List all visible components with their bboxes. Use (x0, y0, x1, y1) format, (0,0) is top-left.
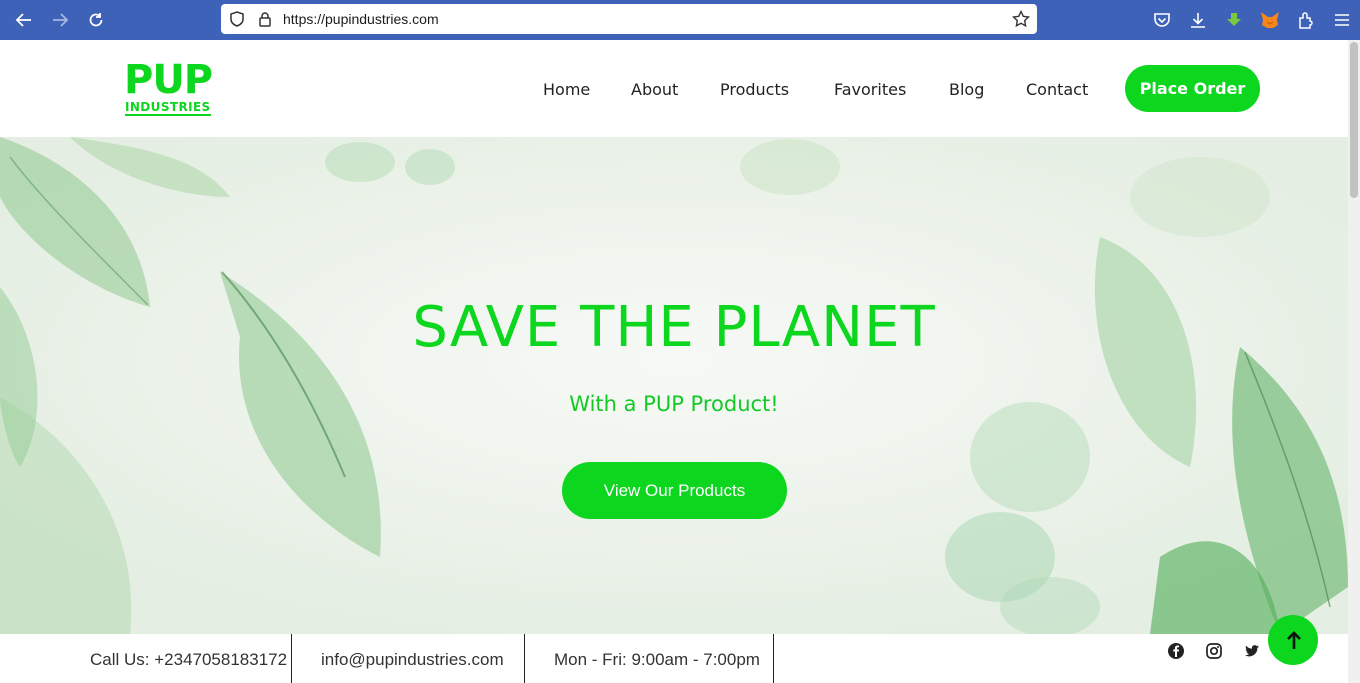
url-text[interactable]: https://pupindustries.com (283, 11, 439, 27)
pup-industries-logo[interactable]: PUP INDUSTRIES (124, 58, 224, 116)
instagram-icon[interactable] (1205, 642, 1223, 660)
facebook-icon[interactable] (1167, 642, 1185, 660)
logo-text-industries: INDUSTRIES (125, 100, 211, 116)
scrollbar-thumb[interactable] (1350, 42, 1358, 198)
hero-section: SAVE THE PLANET With a PUP Product! View… (0, 137, 1348, 634)
nav-home[interactable]: Home (543, 80, 590, 99)
divider (773, 634, 774, 683)
site-header: PUP INDUSTRIES Home About Products Favor… (0, 40, 1348, 137)
divider (524, 634, 525, 683)
place-order-button[interactable]: Place Order (1125, 65, 1260, 112)
hero-title: SAVE THE PLANET (412, 295, 936, 360)
page-scrollbar[interactable] (1348, 40, 1360, 683)
shield-icon[interactable] (225, 7, 249, 31)
scroll-to-top-button[interactable] (1268, 615, 1318, 665)
twitter-icon[interactable] (1243, 642, 1261, 660)
hero-subtitle: With a PUP Product! (569, 392, 779, 416)
pocket-icon[interactable] (1150, 8, 1174, 32)
fox-extension-icon[interactable] (1258, 8, 1282, 32)
nav-products[interactable]: Products (720, 80, 789, 99)
leaves-background-image (0, 137, 1348, 634)
logo-text-pup: PUP (124, 57, 213, 103)
nav-contact[interactable]: Contact (1026, 80, 1088, 99)
extensions-icon[interactable] (1294, 8, 1318, 32)
browser-toolbar: https://pupindustries.com (0, 0, 1360, 40)
hours-text: Mon - Fri: 9:00am - 7:00pm (554, 650, 760, 669)
email-text[interactable]: info@pupindustries.com (321, 650, 504, 670)
divider (291, 634, 292, 683)
extension-download-icon[interactable] (1222, 8, 1246, 32)
nav-favorites[interactable]: Favorites (834, 80, 906, 99)
bookmark-star-icon[interactable] (1009, 7, 1033, 31)
nav-about[interactable]: About (631, 80, 678, 99)
view-products-button[interactable]: View Our Products (562, 462, 787, 519)
phone-text[interactable]: Call Us: +2347058183172 (90, 650, 287, 670)
lock-icon[interactable] (253, 7, 277, 31)
download-icon[interactable] (1186, 8, 1210, 32)
menu-icon[interactable] (1330, 8, 1354, 32)
contact-info-bar: Call Us: +2347058183172 info@pupindustri… (0, 634, 1348, 683)
forward-icon[interactable] (48, 8, 72, 32)
arrow-up-icon (1287, 631, 1301, 649)
nav-blog[interactable]: Blog (949, 80, 984, 99)
back-icon[interactable] (12, 8, 36, 32)
reload-icon[interactable] (84, 8, 108, 32)
address-bar[interactable]: https://pupindustries.com (221, 4, 1037, 34)
